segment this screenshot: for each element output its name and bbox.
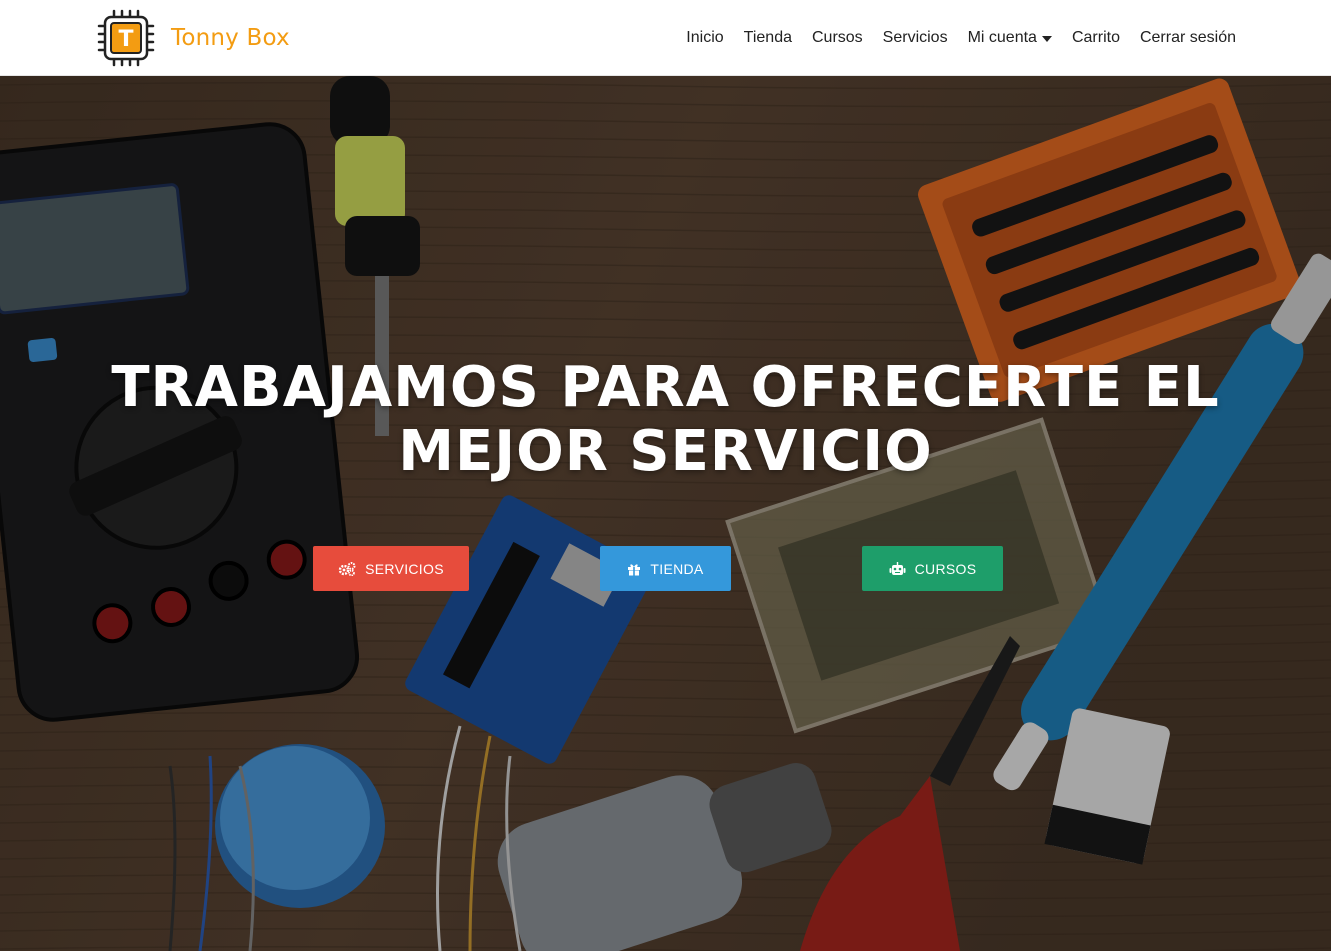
servicios-button[interactable]: SERVICIOS bbox=[313, 546, 469, 591]
cursos-button[interactable]: CURSOS bbox=[862, 546, 1003, 591]
nav-item-servicios[interactable]: Servicios bbox=[883, 29, 948, 47]
nav-item-cerrar-sesion[interactable]: Cerrar sesión bbox=[1140, 29, 1236, 47]
gears-icon bbox=[338, 561, 356, 576]
nav-item-mi-cuenta-label: Mi cuenta bbox=[967, 29, 1037, 46]
brand-link[interactable]: T Tonny Box bbox=[96, 9, 290, 67]
nav-item-mi-cuenta[interactable]: Mi cuenta bbox=[968, 29, 1052, 47]
gift-icon bbox=[627, 562, 641, 576]
hero-section: TRABAJAMOS PARA OFRECERTE EL MEJOR SERVI… bbox=[0, 76, 1331, 951]
hero-headline-line-1: TRABAJAMOS PARA OFRECERTE EL bbox=[111, 355, 1220, 420]
navbar: T Tonny Box Inicio Tienda Cursos Servici… bbox=[0, 0, 1331, 76]
nav-menu: Inicio Tienda Cursos Servicios Mi cuenta… bbox=[686, 0, 1236, 76]
nav-item-inicio[interactable]: Inicio bbox=[686, 29, 723, 47]
cursos-button-label: CURSOS bbox=[914, 560, 977, 577]
caret-down-icon bbox=[1041, 35, 1052, 42]
hero-overlay bbox=[0, 76, 1331, 951]
chip-logo-icon: T bbox=[97, 9, 155, 67]
tienda-button-label: TIENDA bbox=[650, 560, 704, 577]
svg-text:T: T bbox=[118, 27, 133, 52]
hero-headline-line-2: MEJOR SERVICIO bbox=[398, 419, 933, 484]
robot-icon bbox=[889, 561, 906, 576]
nav-item-carrito[interactable]: Carrito bbox=[1072, 29, 1120, 47]
nav-item-tienda[interactable]: Tienda bbox=[744, 29, 792, 47]
servicios-button-label: SERVICIOS bbox=[365, 560, 444, 577]
hero-headline: TRABAJAMOS PARA OFRECERTE EL MEJOR SERVI… bbox=[100, 356, 1231, 484]
nav-item-cursos[interactable]: Cursos bbox=[812, 29, 863, 47]
brand-name: Tonny Box bbox=[171, 25, 290, 51]
tienda-button[interactable]: TIENDA bbox=[600, 546, 731, 591]
